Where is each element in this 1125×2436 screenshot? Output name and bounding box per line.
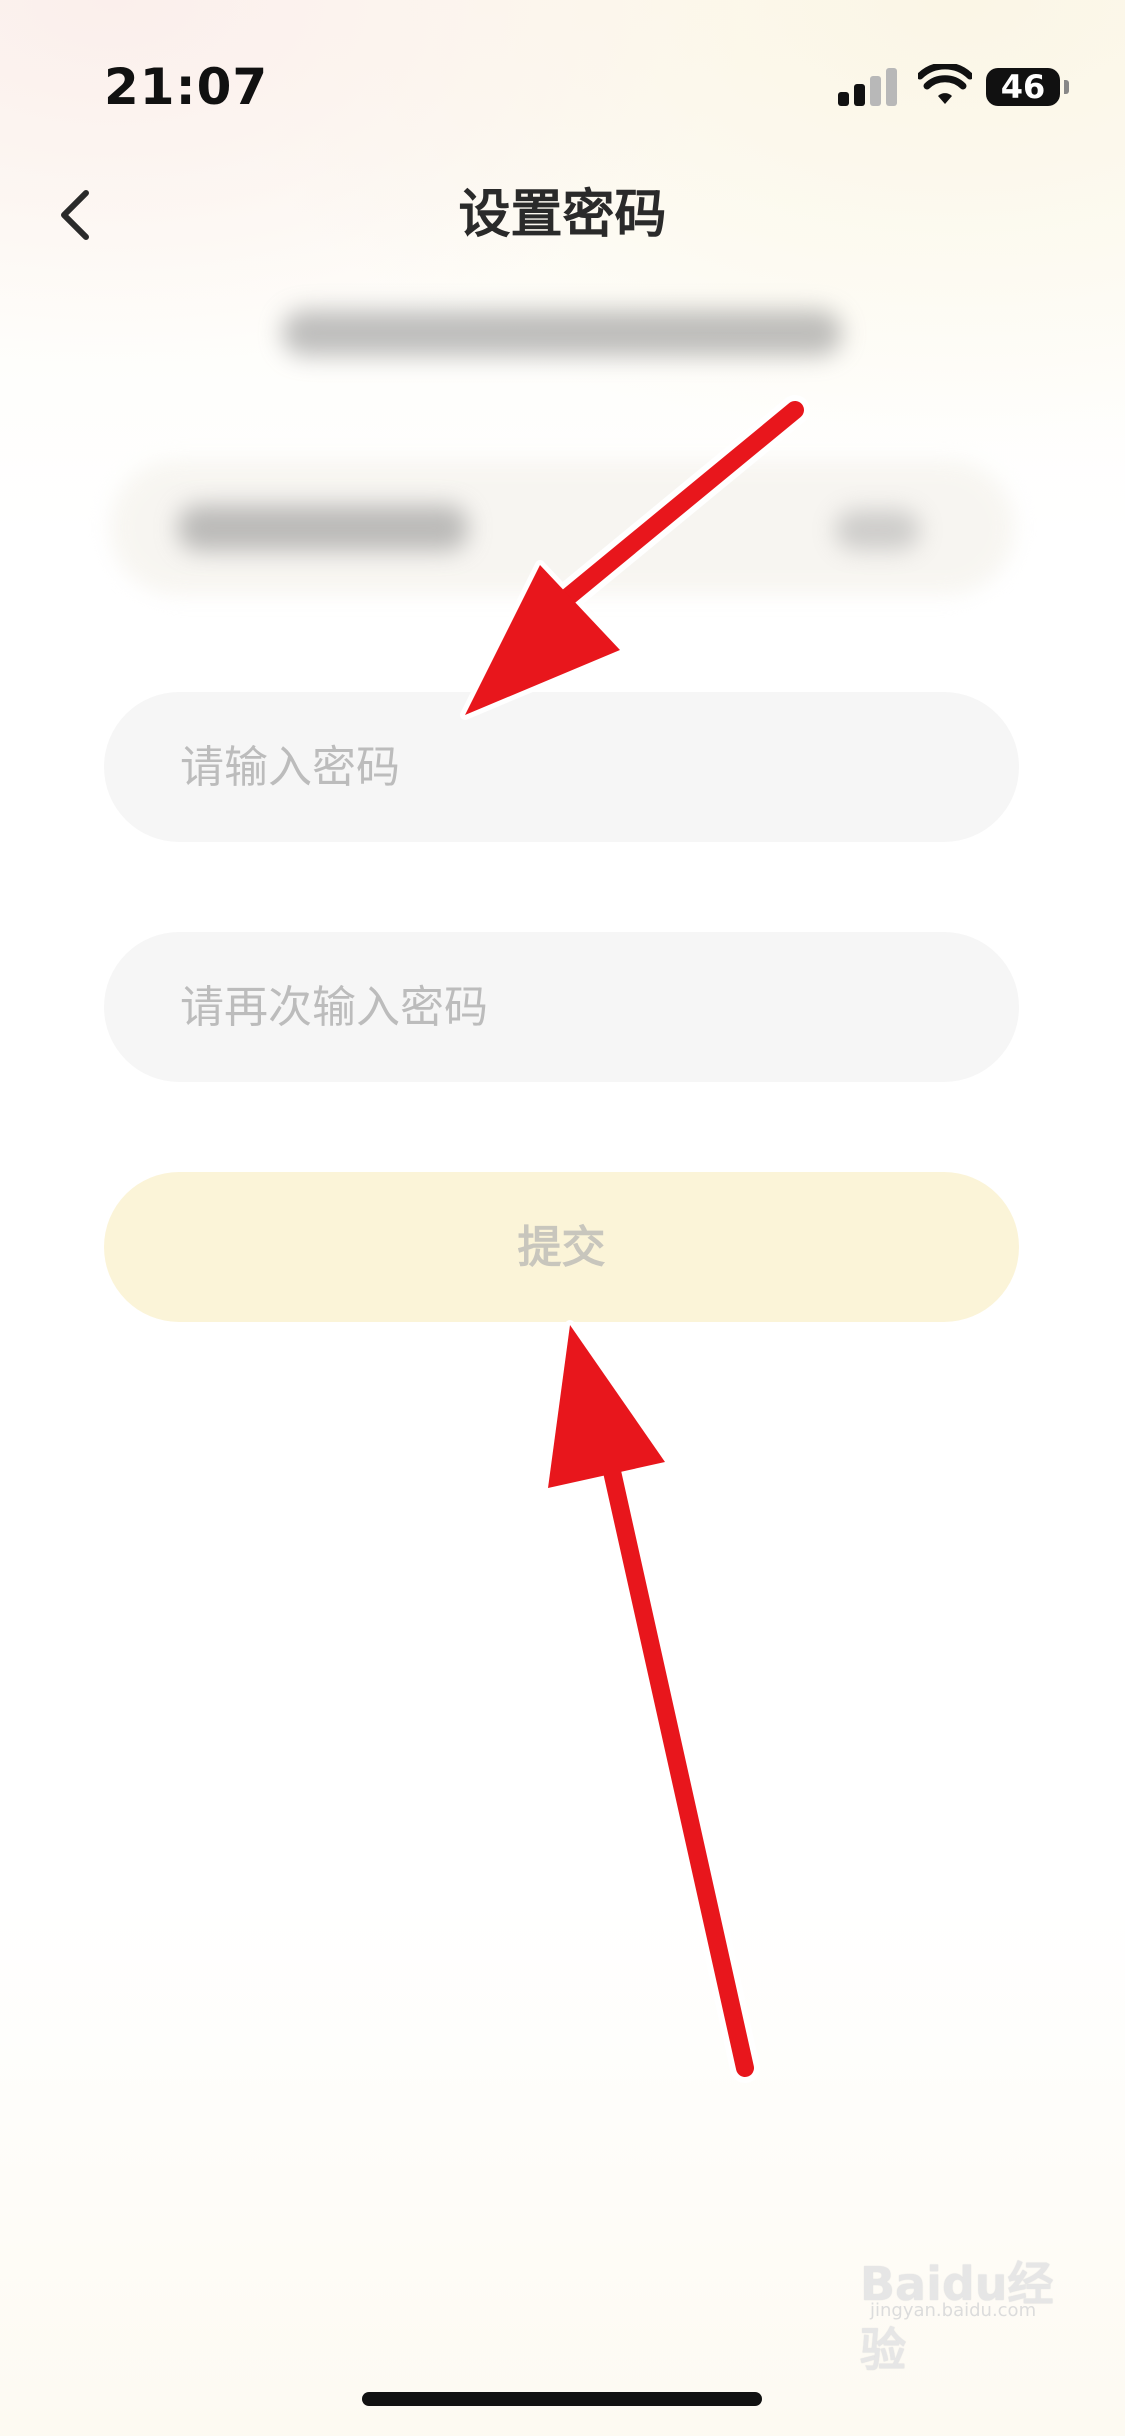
wifi-icon <box>918 64 972 104</box>
watermark-url: jingyan.baidu.com <box>870 2300 1037 2321</box>
blurred-hint-text <box>282 310 842 356</box>
status-time: 21:07 <box>104 58 269 116</box>
confirm-password-input[interactable] <box>104 932 1019 1082</box>
battery-icon: 46 <box>986 68 1060 106</box>
cellular-signal-icon <box>838 66 900 106</box>
page-title: 设置密码 <box>458 185 667 245</box>
battery-cap <box>1064 80 1069 94</box>
blurred-phone-number <box>178 505 468 551</box>
home-indicator[interactable] <box>362 2392 762 2406</box>
baidu-watermark: Baidu经验 jingyan.baidu.com <box>860 2240 1080 2377</box>
password-input[interactable] <box>104 692 1019 842</box>
submit-button[interactable]: 提交 <box>104 1172 1019 1322</box>
blurred-phone-action <box>835 510 920 550</box>
